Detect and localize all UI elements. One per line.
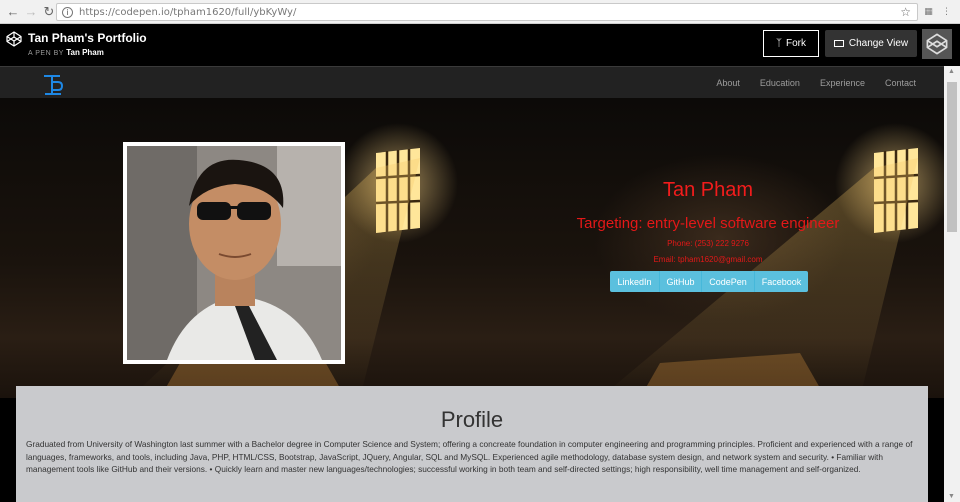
info-icon[interactable]: i (62, 6, 73, 18)
codepen-logo-icon[interactable] (6, 31, 22, 47)
hero-email: Email: tpham1620@gmail.com (653, 255, 763, 264)
hero-target: Targeting: entry-level software engineer (576, 215, 840, 232)
profile-photo-image (127, 146, 341, 360)
pen-author-link[interactable]: Tan Pham (66, 48, 104, 57)
hero-section: Tan Pham Targeting: entry-level software… (0, 98, 944, 398)
bookmark-star-icon[interactable]: ☆ (900, 5, 911, 19)
window-icon (833, 40, 844, 47)
change-view-button[interactable]: Change View (825, 30, 917, 57)
extension-icon[interactable]: ▦ (922, 5, 935, 18)
facebook-button[interactable]: Facebook (755, 271, 808, 292)
profile-section: Profile Graduated from University of Was… (16, 386, 928, 502)
github-button[interactable]: GitHub (660, 271, 702, 292)
scroll-thumb[interactable] (947, 82, 957, 232)
profile-photo (123, 142, 345, 364)
menu-icon[interactable]: ⋮ (940, 5, 953, 18)
nav-link-contact[interactable]: Contact (885, 78, 916, 88)
hero-phone: Phone: (253) 222 9276 (667, 239, 749, 248)
page-scrollbar[interactable]: ▲ ▼ (944, 66, 960, 502)
nav-link-experience[interactable]: Experience (820, 78, 865, 88)
fork-icon: ᛉ (776, 38, 782, 49)
scroll-down-arrow-icon[interactable]: ▼ (948, 493, 955, 500)
change-view-label: Change View (848, 38, 909, 49)
browser-toolbar: ← → ↻ i https://codepen.io/tpham1620/ful… (0, 0, 960, 24)
scroll-up-arrow-icon[interactable]: ▲ (948, 68, 955, 75)
nav-link-about[interactable]: About (716, 78, 740, 88)
codepen-cube-icon (926, 33, 948, 55)
social-button-group: LinkedIn GitHub CodePen Facebook (610, 271, 808, 292)
site-navbar: About Education Experience Contact (0, 66, 944, 98)
pen-title: Tan Pham's Portfolio (28, 31, 147, 45)
forward-icon[interactable]: → (22, 2, 40, 22)
linkedin-button[interactable]: LinkedIn (610, 271, 660, 292)
byline-prefix: A PEN BY (28, 50, 64, 57)
fork-button[interactable]: ᛉ Fork (763, 30, 819, 57)
codepen-header: Tan Pham's Portfolio A PEN BY Tan Pham ᛉ… (0, 25, 960, 65)
hero-name: Tan Pham (662, 179, 754, 201)
url-text: https://codepen.io/tpham1620/full/ybKyWy… (79, 6, 297, 18)
profile-text: Graduated from University of Washington … (26, 439, 913, 474)
nav-link-education[interactable]: Education (760, 78, 800, 88)
profile-title: Profile (440, 407, 504, 432)
address-bar[interactable]: i https://codepen.io/tpham1620/full/ybKy… (56, 3, 918, 21)
nav-links: About Education Experience Contact (716, 67, 916, 99)
brand-logo[interactable] (40, 71, 66, 97)
pen-byline: A PEN BY Tan Pham (28, 48, 104, 57)
fork-label: Fork (786, 38, 806, 49)
back-icon[interactable]: ← (4, 2, 22, 22)
codepen-button[interactable]: CodePen (702, 271, 755, 292)
user-avatar[interactable] (922, 29, 952, 59)
